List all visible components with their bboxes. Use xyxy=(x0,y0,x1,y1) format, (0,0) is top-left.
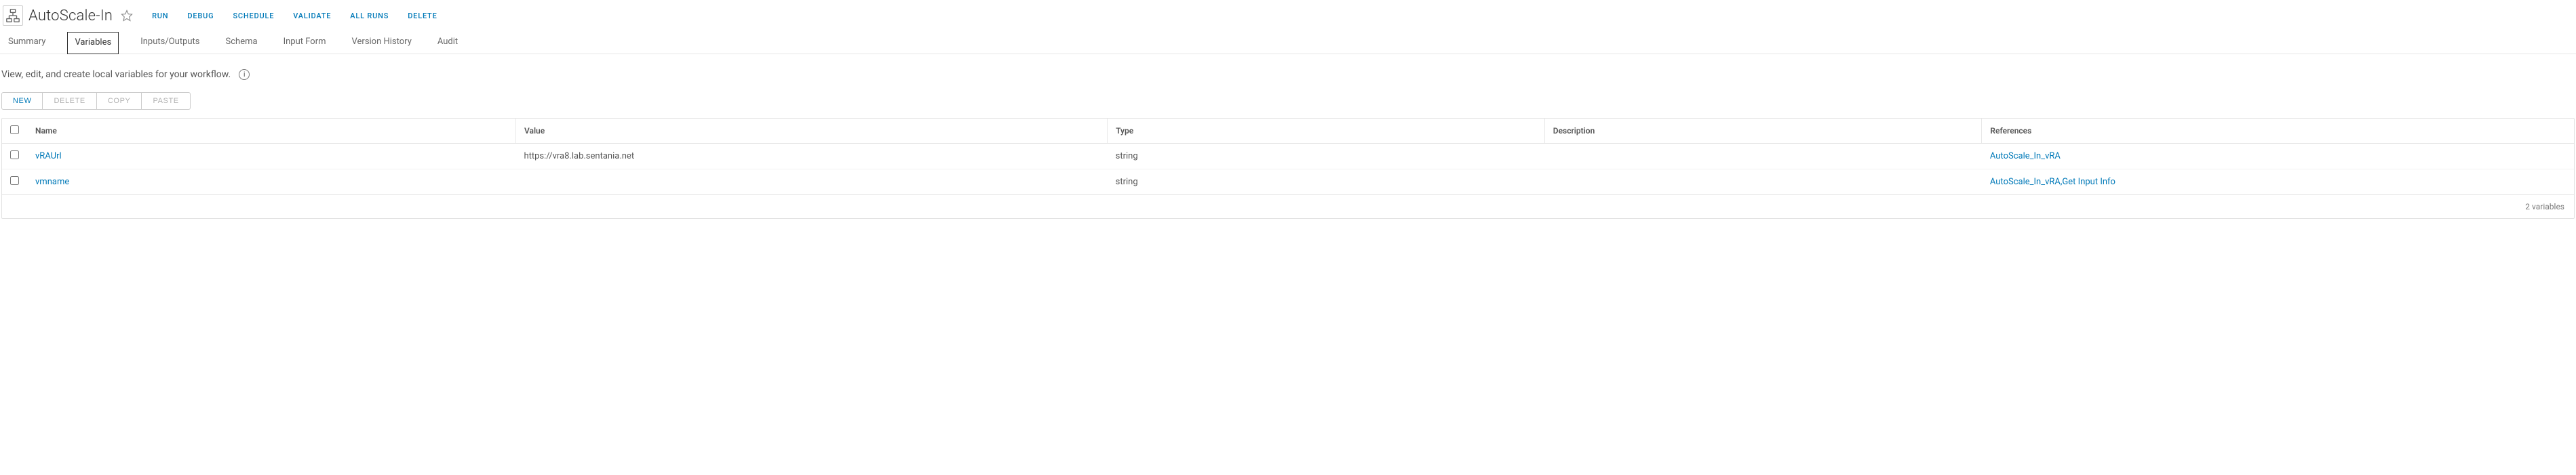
table-row: vmname string AutoScale_In_vRA,Get Input… xyxy=(2,169,2574,195)
column-header-type[interactable]: Type xyxy=(1108,119,1545,144)
select-all-header xyxy=(2,119,27,144)
column-header-value[interactable]: Value xyxy=(515,119,1107,144)
variable-references-cell[interactable]: AutoScale_In_vRA xyxy=(1982,144,2574,169)
delete-action[interactable]: DELETE xyxy=(408,12,437,20)
favorite-star-icon[interactable] xyxy=(121,9,133,22)
paste-button[interactable]: PASTE xyxy=(142,92,190,110)
tab-schema[interactable]: Schema xyxy=(222,31,262,54)
variable-description-cell xyxy=(1544,144,1982,169)
row-checkbox[interactable] xyxy=(10,150,19,159)
column-header-description[interactable]: Description xyxy=(1544,119,1982,144)
variables-table: Name Value Type Description References v… xyxy=(2,119,2574,194)
variable-name-cell[interactable]: vRAUrl xyxy=(27,144,515,169)
all-runs-action[interactable]: ALL RUNS xyxy=(350,12,389,20)
tab-bar: Summary Variables Inputs/Outputs Schema … xyxy=(0,31,2576,54)
tab-audit[interactable]: Audit xyxy=(433,31,462,54)
debug-action[interactable]: DEBUG xyxy=(187,12,214,20)
info-icon[interactable]: i xyxy=(239,69,250,80)
new-button[interactable]: NEW xyxy=(1,92,43,110)
copy-button[interactable]: COPY xyxy=(97,92,142,110)
delete-button[interactable]: DELETE xyxy=(43,92,96,110)
header-actions: RUN DEBUG SCHEDULE VALIDATE ALL RUNS DEL… xyxy=(152,12,437,20)
tab-inputs-outputs[interactable]: Inputs/Outputs xyxy=(136,31,203,54)
table-header-row: Name Value Type Description References xyxy=(2,119,2574,144)
page-title: AutoScale-In xyxy=(28,7,113,24)
variables-table-wrap: Name Value Type Description References v… xyxy=(1,118,2575,219)
tab-summary[interactable]: Summary xyxy=(4,31,50,54)
column-header-references[interactable]: References xyxy=(1982,119,2574,144)
variable-name-cell[interactable]: vmname xyxy=(27,169,515,195)
variable-value-cell: https://vra8.lab.sentania.net xyxy=(515,144,1107,169)
page-description: View, edit, and create local variables f… xyxy=(1,69,231,80)
validate-action[interactable]: VALIDATE xyxy=(293,12,331,20)
row-checkbox[interactable] xyxy=(10,176,19,185)
variable-type-cell: string xyxy=(1108,169,1545,195)
select-all-checkbox[interactable] xyxy=(10,125,19,134)
table-footer: 2 variables xyxy=(2,194,2574,218)
variable-description-cell xyxy=(1544,169,1982,195)
tab-variables[interactable]: Variables xyxy=(67,32,119,54)
column-header-name[interactable]: Name xyxy=(27,119,515,144)
row-select-cell xyxy=(2,169,27,195)
tab-version-history[interactable]: Version History xyxy=(348,31,416,54)
tab-input-form[interactable]: Input Form xyxy=(279,31,330,54)
workflow-icon xyxy=(3,5,23,26)
variable-type-cell: string xyxy=(1108,144,1545,169)
variable-value-cell xyxy=(515,169,1107,195)
page-header: AutoScale-In RUN DEBUG SCHEDULE VALIDATE… xyxy=(0,0,2576,31)
toolbar: NEW DELETE COPY PASTE xyxy=(0,92,2576,118)
table-row: vRAUrl https://vra8.lab.sentania.net str… xyxy=(2,144,2574,169)
schedule-action[interactable]: SCHEDULE xyxy=(233,12,274,20)
row-select-cell xyxy=(2,144,27,169)
variable-references-cell[interactable]: AutoScale_In_vRA,Get Input Info xyxy=(1982,169,2574,195)
run-action[interactable]: RUN xyxy=(152,12,168,20)
page-description-row: View, edit, and create local variables f… xyxy=(0,54,2576,92)
toolbar-group: NEW DELETE COPY PASTE xyxy=(1,92,191,110)
